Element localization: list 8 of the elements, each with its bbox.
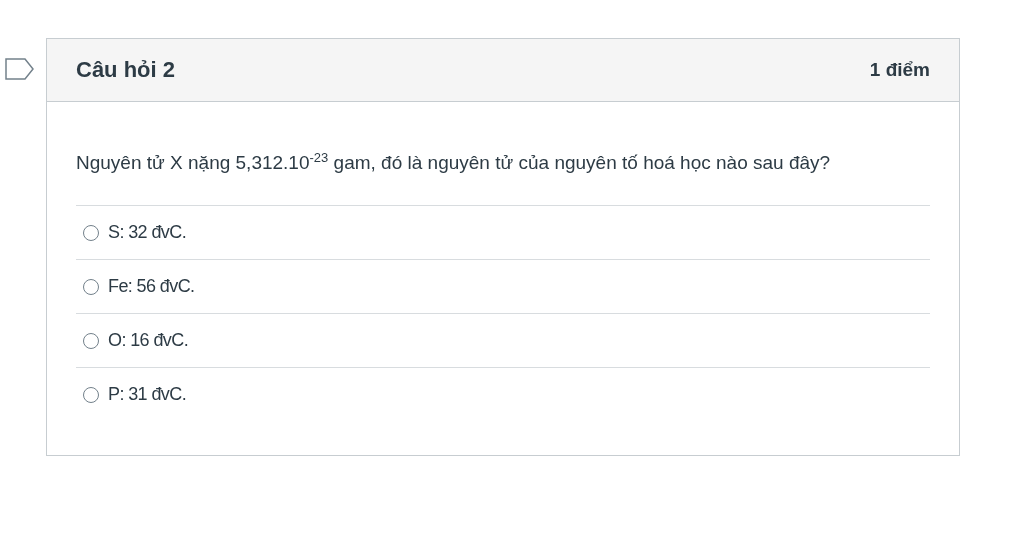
flag-icon[interactable] [5, 58, 34, 80]
question-title: Câu hỏi 2 [76, 57, 175, 83]
answer-label[interactable]: P: 31 đvC. [108, 384, 187, 405]
answer-label[interactable]: S: 32 đvC. [108, 222, 187, 243]
answer-label[interactable]: Fe: 56 đvC. [108, 276, 195, 297]
question-text: Nguyên tử X nặng 5,312.10$^{-23}$ gam, đó là nguyên tử của nguyên tố hoá học nào sau đây? [76, 148, 832, 175]
question-points: 1 điểm [869, 59, 930, 81]
answer-label[interactable]: O: 16 đvC. [108, 330, 189, 351]
